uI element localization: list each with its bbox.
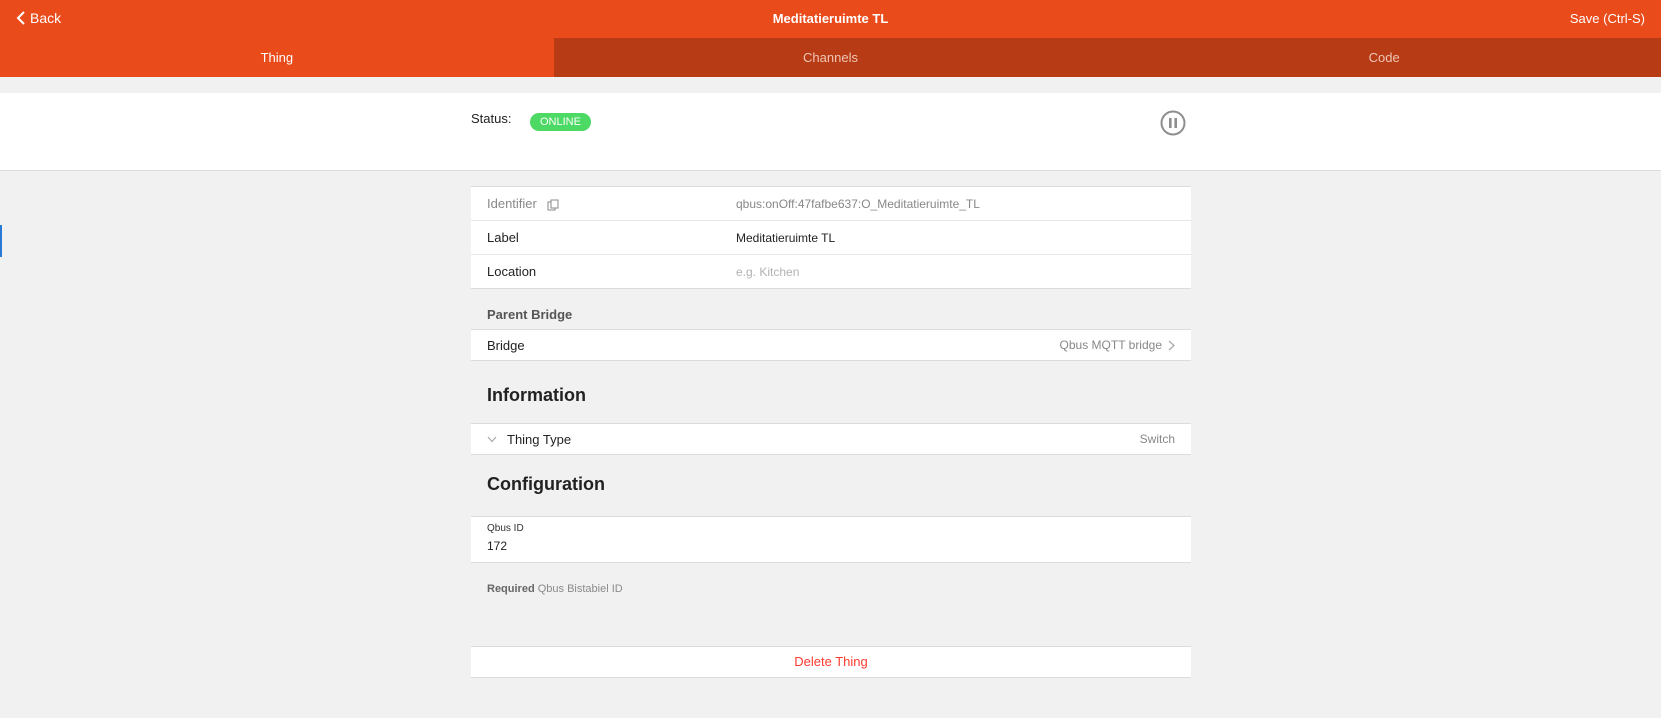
scroll-indicator xyxy=(0,225,2,257)
label-row: Label Meditatieruimte TL xyxy=(471,220,1191,254)
bridge-key: Bridge xyxy=(487,337,525,353)
chevron-down-icon xyxy=(487,436,497,442)
config-hint: Required Qbus Bistabiel ID xyxy=(487,583,623,595)
delete-card: Delete Thing xyxy=(471,646,1191,678)
page-title: Meditatieruimte TL xyxy=(772,11,889,26)
location-row: Location e.g. Kitchen xyxy=(471,254,1191,288)
thing-type-label: Thing Type xyxy=(507,431,572,447)
thing-type-row[interactable]: Thing Type Switch xyxy=(471,424,1191,454)
configuration-field[interactable]: Qbus ID 172 xyxy=(471,516,1191,563)
tab-thing[interactable]: Thing xyxy=(0,38,554,77)
hint-text: Qbus Bistabiel ID xyxy=(537,583,623,595)
identifier-value: qbus:onOff:47fafbe637:O_Meditatieruimte_… xyxy=(736,196,980,211)
qbus-id-input[interactable]: 172 xyxy=(487,539,507,553)
information-title: Information xyxy=(487,385,586,405)
information-list: Thing Type Switch xyxy=(471,423,1191,455)
location-input[interactable]: e.g. Kitchen xyxy=(736,265,799,279)
qbus-id-label: Qbus ID xyxy=(487,523,524,534)
identifier-row: Identifier qbus:onOff:47fafbe637:O_Medit… xyxy=(471,187,1191,220)
pause-circle-icon[interactable] xyxy=(1160,110,1186,136)
status-bar: Status: ONLINE xyxy=(0,93,1661,171)
tab-bar: Thing Channels Code xyxy=(0,38,1661,77)
thing-type-value: Switch xyxy=(1139,432,1175,446)
copy-icon[interactable] xyxy=(547,199,559,211)
status-badge: ONLINE xyxy=(530,113,591,131)
navbar: Back Meditatieruimte TL Save (Ctrl-S) xyxy=(0,0,1661,38)
bridge-value: Qbus MQTT bridge xyxy=(1059,338,1162,352)
label-key: Label xyxy=(487,230,519,245)
location-key: Location xyxy=(487,264,537,279)
parent-bridge-title: Parent Bridge xyxy=(487,307,573,322)
bridge-row[interactable]: Bridge Qbus MQTT bridge xyxy=(471,330,1191,360)
delete-thing-button[interactable]: Delete Thing xyxy=(471,647,1191,677)
tab-channels[interactable]: Channels xyxy=(553,38,1108,77)
properties-list: Identifier qbus:onOff:47fafbe637:O_Medit… xyxy=(471,186,1191,289)
chevron-right-icon xyxy=(1168,340,1175,350)
identifier-label: Identifier xyxy=(487,196,537,211)
label-input[interactable]: Meditatieruimte TL xyxy=(736,231,835,245)
bridge-list: Bridge Qbus MQTT bridge xyxy=(471,329,1191,361)
configuration-title: Configuration xyxy=(487,474,605,494)
identifier-key: Identifier xyxy=(487,196,736,211)
divider xyxy=(0,77,1661,93)
status-label: Status: xyxy=(471,111,512,126)
required-tag: Required xyxy=(487,583,535,595)
save-button[interactable]: Save (Ctrl-S) xyxy=(1570,11,1645,26)
bridge-value-wrap: Qbus MQTT bridge xyxy=(1060,338,1175,352)
tab-code[interactable]: Code xyxy=(1107,38,1661,77)
